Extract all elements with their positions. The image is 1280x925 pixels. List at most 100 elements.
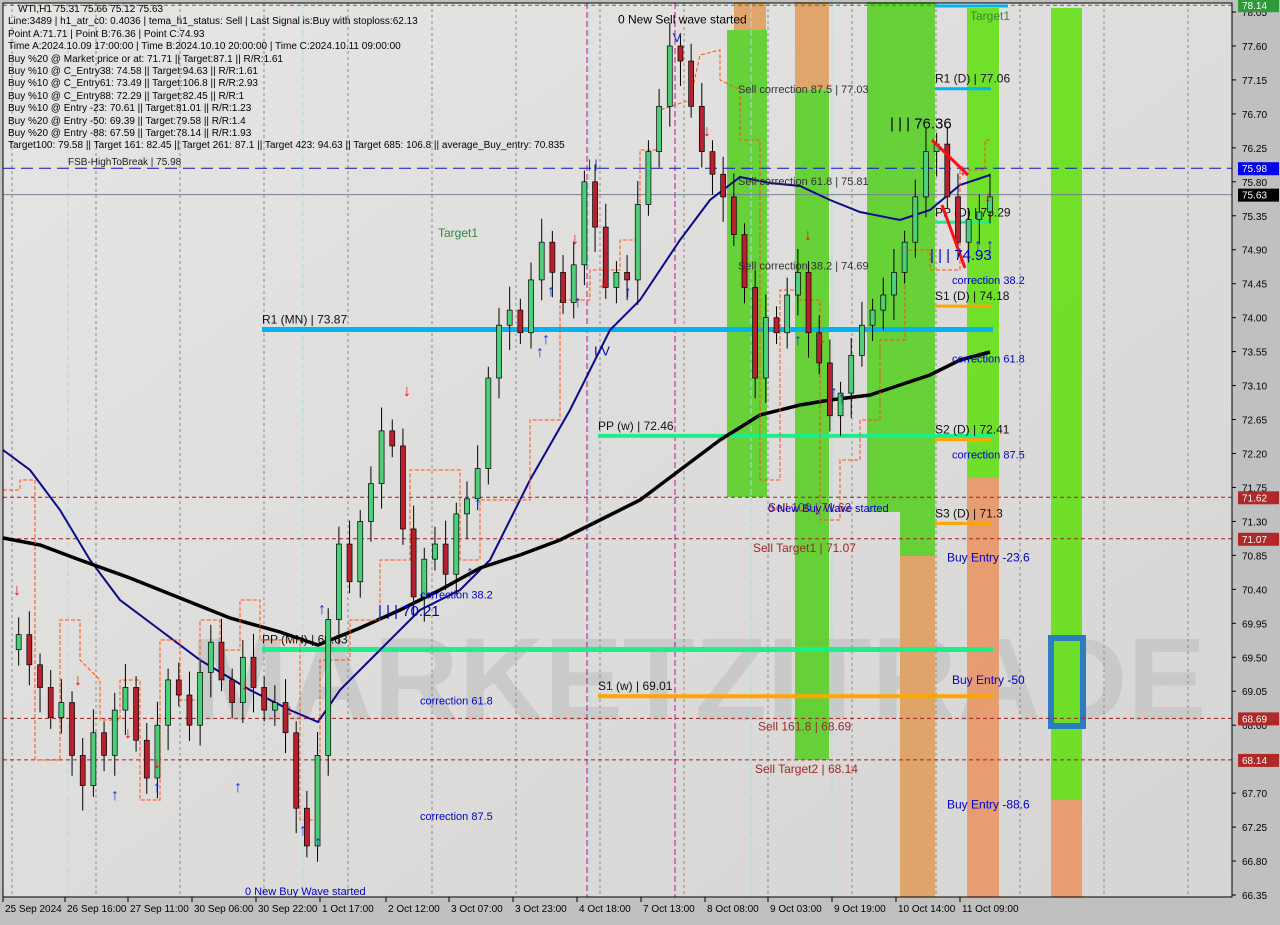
signal-zone [900,512,935,556]
buy-arrow-icon: ↑ [318,601,326,618]
pivot-label-r1-mn: R1 (MN) | 73.87 [262,312,347,326]
pivot-label-r1-d: R1 (D) | 77.06 [935,72,1010,86]
bear-candle [26,634,33,666]
sell-arrow-icon: ↓ [571,231,579,248]
y-tick-label: 67.25 [1242,823,1267,834]
price-tag-label: 68.69 [1242,714,1267,725]
annotation-sell-corr-382: Sell correction 38.2 | 74.69 [738,261,869,273]
signal-zone [795,2,829,90]
x-tick-label: 2 Oct 12:00 [388,904,440,915]
annotation-target1-right: Target1 [970,9,1010,23]
chart-canvas[interactable]: MARKETZITRADEFSB-HighToBreak | 75.98Sell… [0,0,1280,920]
bull-candle [645,151,652,205]
x-tick-label: 3 Oct 23:00 [515,904,567,915]
annotation-point-a: | | | 70.21 [378,603,440,620]
bear-candle [773,317,780,334]
buy-arrow-icon: ↑ [111,787,119,804]
annotation-buy-entry-50: Buy Entry -50 [952,673,1025,687]
annotation-buy-entry-236: Buy Entry -23.6 [947,551,1030,565]
sell-161-label: Sell 161.8 | 68.69 [758,719,852,733]
signal-zone [900,556,935,897]
bear-candle [389,430,396,447]
bull-candle [207,641,214,673]
pivot-label-s1-w: S1 (w) | 69.01 [598,679,673,693]
bull-candle [656,105,662,152]
bear-candle [186,694,193,726]
buy-arrow-icon: ↑ [838,390,846,407]
bear-candle [410,528,417,598]
annotation-corr-382-right: correction 38.2 [952,275,1025,287]
sell-arrow-icon: ↓ [74,672,82,689]
sell-arrow-icon: ↓ [818,330,826,347]
bull-candle [464,498,470,515]
wave-v-mark: V [673,30,682,45]
buy-arrow-icon: ↑ [314,834,322,851]
bull-candle [453,513,460,575]
x-tick-label: 10 Oct 14:00 [898,904,956,915]
buy-arrow-icon: ↑ [830,384,838,401]
buy-arrow-icon: ↑ [574,294,582,311]
sell-arrow-icon: ↓ [241,677,249,694]
buy-arrow-icon: ↑ [466,564,474,581]
bear-candle [688,60,694,107]
price-tag-label: 75.63 [1242,191,1267,202]
buy-arrow-icon: ↑ [794,332,802,349]
bull-candle [314,755,321,847]
y-tick-label: 69.50 [1242,653,1267,664]
x-tick-label: 30 Sep 22:00 [258,904,318,915]
bull-candle [506,309,513,326]
sell-arrow-icon: ↓ [804,227,812,244]
bull-candle [485,377,492,469]
bear-candle [69,702,75,756]
annotation-buy-entry-886: Buy Entry -88.6 [947,797,1030,811]
bear-candle [624,272,630,281]
bear-candle [400,445,406,530]
bear-candle [101,732,107,756]
bull-candle [880,294,887,311]
bull-candle [538,241,545,281]
y-tick-label: 76.70 [1242,110,1267,121]
annotation-point-b: | | | 76.36 [890,115,952,132]
y-tick-label: 66.80 [1242,857,1267,868]
price-chart[interactable]: MARKETZITRADE FSB-HighToBreak | 75.98 Sell… [0,0,1280,920]
bull-candle [965,219,972,243]
bear-candle [293,732,300,809]
annotation-sell-corr-618: Sell correction 61.8 | 75.81 [738,176,869,188]
bear-candle [549,241,556,273]
annotation-target1-left: Target1 [438,226,478,240]
signal-zone [967,478,999,897]
bull-candle [15,634,22,651]
buy-arrow-icon: ↑ [299,822,307,839]
x-tick-label: 3 Oct 07:00 [451,904,503,915]
y-tick-label: 77.60 [1242,42,1267,53]
bear-candle [517,309,524,334]
annotation-corr-618-left: correction 61.8 [420,695,493,707]
bull-candle [784,294,791,334]
sell-target2-label: Sell Target2 | 68.14 [755,762,858,776]
bull-candle [357,521,364,583]
y-tick-label: 73.55 [1242,348,1267,359]
bull-candle [634,204,641,281]
bear-candle [346,543,353,583]
sell-arrow-icon: ↓ [599,275,607,292]
bull-candle [432,543,438,560]
y-tick-label: 69.05 [1242,687,1267,698]
sell-arrow-icon: ↓ [959,162,967,179]
bull-candle [859,324,865,356]
annotation-sell-corr-875: Sell correction 87.5 | 77.03 [738,84,869,96]
annotation-point-c: | | | 74.93 [930,247,992,264]
x-tick-label: 25 Sep 2024 [5,904,62,915]
bear-candle [592,181,598,228]
sell-arrow-icon: ↓ [153,755,161,772]
bull-candle [912,196,919,243]
sell-arrow-icon: ↓ [124,725,132,742]
bear-candle [250,656,257,688]
y-tick-label: 66.35 [1242,891,1267,902]
bull-candle [271,702,278,711]
x-tick-label: 9 Oct 19:00 [834,904,886,915]
x-tick-label: 4 Oct 18:00 [579,904,631,915]
x-tick-label: 1 Oct 17:00 [322,904,374,915]
bear-candle [805,272,812,334]
annotation-corr-382-left: correction 38.2 [420,590,493,602]
bull-candle [901,241,908,273]
